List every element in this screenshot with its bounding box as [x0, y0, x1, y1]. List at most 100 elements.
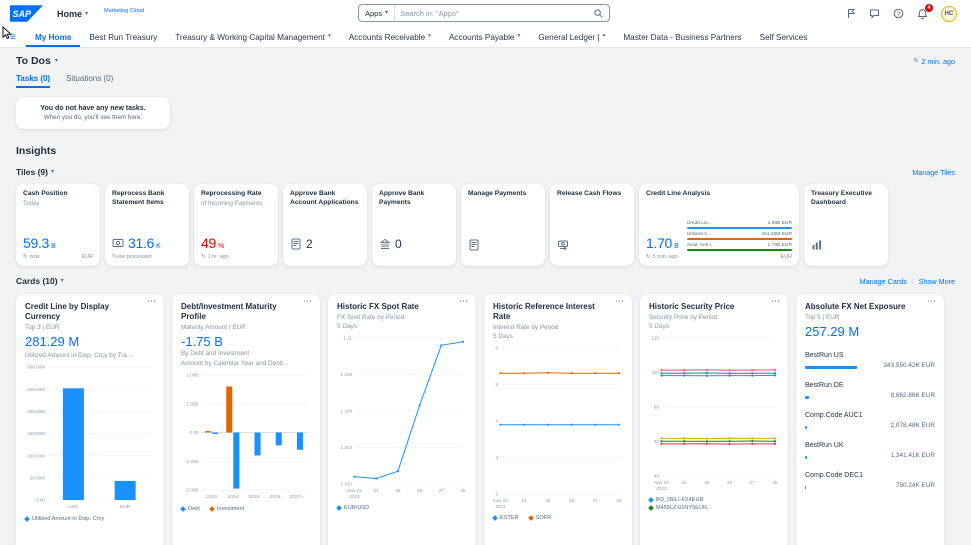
svg-text:5: 5: [495, 382, 498, 387]
nav-item-self-services[interactable]: Self Services: [751, 27, 817, 47]
tile-cash-position[interactable]: Cash Position Today 59.3B ↻now EUR: [16, 184, 100, 266]
exposure-row[interactable]: Comp.Code DEC1 750.24K EUR: [805, 472, 935, 489]
svg-text:27: 27: [750, 480, 756, 485]
tab-situations[interactable]: Situations (0): [66, 74, 113, 88]
tile-footer: [379, 254, 449, 260]
nav-item-general-ledger[interactable]: General Ledger |▾: [529, 27, 614, 47]
svg-text:0.00: 0.00: [36, 498, 45, 503]
card-historic-reference-interest-rate[interactable]: ⋯ Historic Reference Interest Rate Inter…: [484, 294, 632, 545]
insight-tiles: Cash Position Today 59.3B ↻now EUR Repro…: [16, 184, 955, 266]
todos-refresh-link[interactable]: ↻ 2 min. ago: [914, 57, 955, 66]
card-historic-security-price[interactable]: ⋯ Historic Security Price Security Price…: [640, 294, 788, 545]
avatar[interactable]: HC: [941, 6, 957, 22]
search-input[interactable]: [395, 9, 588, 18]
card-historic-fx-spot-rate[interactable]: ⋯ Historic FX Spot Rate FX Spot Rate by …: [328, 294, 476, 545]
svg-text:120: 120: [651, 336, 659, 341]
svg-text:60: 60: [654, 439, 660, 444]
overflow-menu-icon[interactable]: ⋯: [927, 296, 937, 307]
refresh-icon: ↻: [201, 254, 206, 260]
tile-title: Reprocess Bank Statement Items: [112, 190, 182, 207]
todos-title: To Dos: [16, 55, 51, 67]
card-subtitle: Interest Rate by Period: [493, 324, 623, 331]
legend-entry: Avail. Amt i...1.70B EUR: [687, 243, 792, 251]
tile-title: Treasury Executive Dashboard: [811, 190, 881, 207]
svg-text:2023: 2023: [206, 494, 217, 500]
nav-item-accounts-receivable[interactable]: Accounts Receivable▾: [340, 27, 440, 47]
insight-cards: ⋯ Credit Line by Display Currency Top 3 …: [16, 294, 955, 545]
tile-footer: To be processed: [112, 254, 182, 260]
exposure-row[interactable]: BestRun UK 1,341.41K EUR: [805, 442, 935, 459]
svg-text:200.00M: 200.00M: [27, 409, 45, 414]
exposure-label: BestRun UK: [805, 442, 935, 449]
overflow-menu-icon[interactable]: ⋯: [147, 296, 157, 307]
svg-text:28: 28: [616, 498, 622, 503]
tile-manage-payments[interactable]: Manage Payments: [461, 184, 545, 266]
chart-legend: Debt Investment: [181, 506, 311, 512]
edition-label: Marketing Cloud: [104, 8, 144, 14]
tile-reprocessing-rate[interactable]: Reprocessing Rate of Incoming Payments 4…: [194, 184, 278, 266]
search-box[interactable]: Apps ▾: [358, 4, 610, 22]
search-scope-selector[interactable]: Apps ▾: [359, 5, 395, 21]
overflow-menu-icon[interactable]: ⋯: [771, 296, 781, 307]
notifications-bell-icon[interactable]: 4: [917, 8, 928, 20]
nav-item-best-run-treasury[interactable]: Best Run Treasury: [80, 27, 166, 47]
card-caption: Amount by Calendar Year and Debt/...: [181, 360, 311, 367]
nav-item-master-data-business-partners[interactable]: Master Data - Business Partners: [614, 27, 750, 47]
overflow-menu-icon[interactable]: ⋯: [459, 296, 469, 307]
svg-text:2023: 2023: [656, 486, 667, 491]
exposure-row[interactable]: Comp.Code AUC1 2,078.48K EUR: [805, 412, 935, 429]
svg-text:Nov 23: Nov 23: [493, 498, 508, 503]
sap-logo[interactable]: SAP: [10, 5, 43, 22]
card-subtitle: Top 5 | EUR: [805, 314, 935, 321]
tile-value: 1.70B: [646, 235, 679, 251]
exposure-row[interactable]: BestRun DE 8,862.86K EUR: [805, 382, 935, 399]
exposure-value: 1,341.41K EUR: [891, 452, 935, 459]
card-debt-investment-maturity-profile[interactable]: ⋯ Debt/Investment Maturity Profile Matur…: [172, 294, 320, 545]
cards-group-label[interactable]: Cards (10) ▾: [16, 276, 64, 286]
menu-toggle-icon[interactable]: ≡: [10, 27, 16, 47]
tile-treasury-executive-dashboard[interactable]: Treasury Executive Dashboard: [804, 184, 888, 266]
exposure-bar: [805, 396, 857, 399]
exposure-row[interactable]: BestRun US 243,550.42K EUR: [805, 352, 935, 369]
home-menu-button[interactable]: Home ▾: [57, 9, 88, 19]
chevron-down-icon: ▾: [385, 10, 388, 16]
overflow-menu-icon[interactable]: ⋯: [303, 296, 313, 307]
svg-text:100.00M: 100.00M: [27, 453, 45, 458]
flag-icon[interactable]: [846, 8, 856, 19]
card-credit-line-by-display-currency[interactable]: ⋯ Credit Line by Display Currency Top 3 …: [16, 294, 164, 545]
card-absolute-fx-net-exposure[interactable]: ⋯ Absolute FX Net Exposure Top 5 | EUR 2…: [796, 294, 944, 545]
nav-item-my-home[interactable]: My Home: [26, 27, 80, 47]
tile-count: 2: [290, 237, 360, 251]
tile-credit-line-analysis[interactable]: Credit Line Analysis 1.70B Credit Lin...…: [639, 184, 799, 266]
chevron-down-icon: ▾: [517, 34, 520, 40]
chevron-down-icon: ▾: [428, 34, 431, 40]
card-caption: By Debt and Investment: [181, 350, 311, 357]
search-icon[interactable]: [588, 9, 609, 18]
chat-icon[interactable]: [869, 8, 880, 19]
show-more-link[interactable]: Show More: [919, 277, 955, 286]
nav-label: Treasury & Working Capital Management: [175, 33, 325, 42]
tile-release-cash-flows[interactable]: Release Cash Flows: [550, 184, 634, 266]
nav-item-accounts-payable[interactable]: Accounts Payable▾: [440, 27, 529, 47]
chart-legend: EUR/USD: [337, 505, 467, 511]
chevron-down-icon: ▾: [61, 278, 64, 284]
overflow-menu-icon[interactable]: ⋯: [615, 296, 625, 307]
card-kpi-value: 257.29 M: [805, 324, 935, 339]
chevron-down-icon[interactable]: ▾: [55, 58, 58, 64]
tile-footer: [290, 254, 360, 260]
manage-tiles-link[interactable]: Manage Tiles: [912, 168, 955, 177]
card-title: Historic Reference Interest Rate: [493, 302, 623, 322]
tile-footer: ↻5 min. ago EUR: [646, 254, 792, 260]
document-icon: [468, 239, 480, 251]
tile-approve-bank-payments[interactable]: Approve Bank Payments 0: [372, 184, 456, 266]
svg-text:4: 4: [495, 419, 498, 424]
card-title: Absolute FX Net Exposure: [805, 302, 935, 312]
nav-item-treasury-working-capital[interactable]: Treasury & Working Capital Management▾: [166, 27, 339, 47]
help-icon[interactable]: ?: [893, 8, 904, 19]
manage-cards-link[interactable]: Manage Cards: [860, 277, 907, 286]
tile-approve-bank-account-applications[interactable]: Approve Bank Account Applications 2: [283, 184, 367, 266]
tile-reprocess-bank-statement-items[interactable]: Reprocess Bank Statement Items 31.6K To …: [105, 184, 189, 266]
tiles-group-label[interactable]: Tiles (9) ▾: [16, 167, 54, 177]
tab-tasks[interactable]: Tasks (0): [16, 74, 50, 88]
insights-section: Insights Tiles (9) ▾ Manage Tiles Cash P…: [16, 145, 955, 266]
